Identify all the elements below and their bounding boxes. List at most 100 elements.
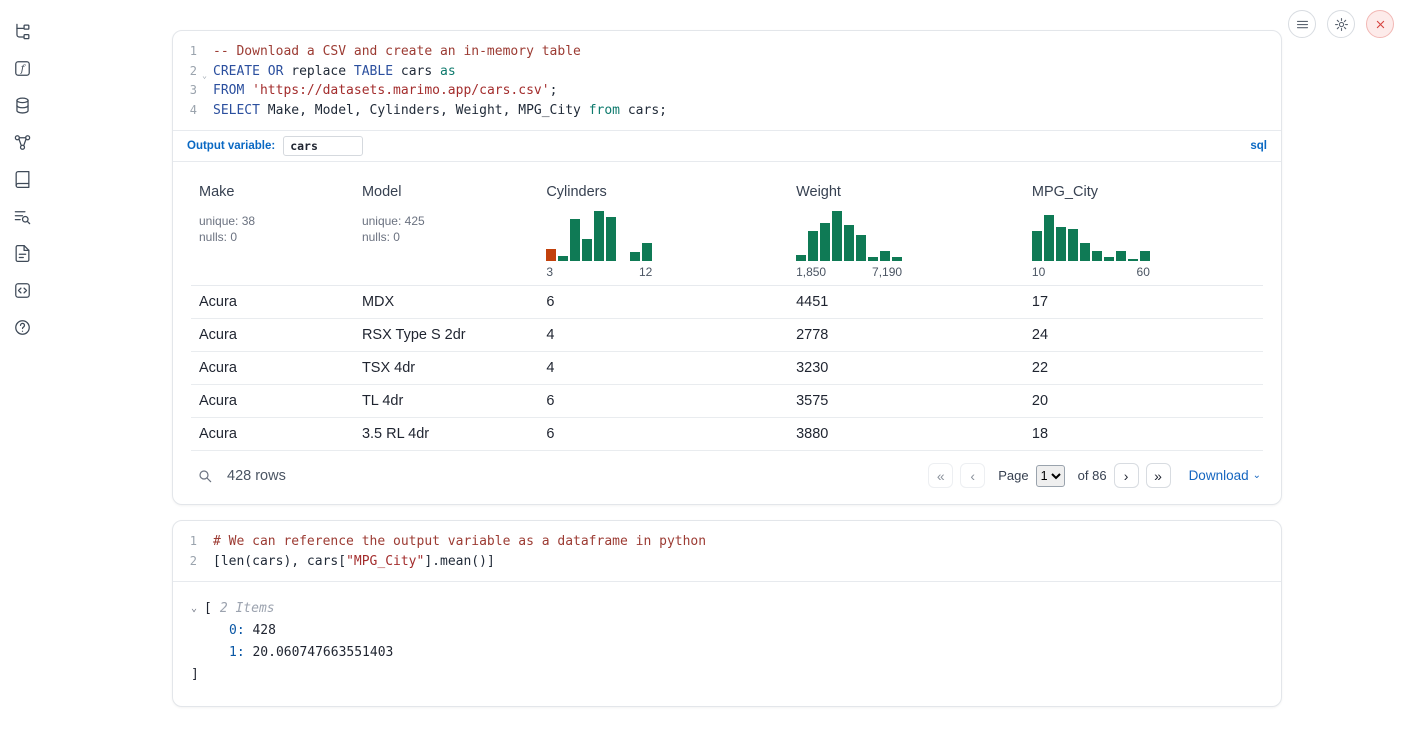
functions-icon[interactable]: f: [11, 57, 33, 79]
histogram-bar[interactable]: [880, 251, 890, 261]
next-page-button[interactable]: ›: [1114, 463, 1139, 488]
column-header-cylinders[interactable]: Cylinders 3 12: [538, 176, 788, 286]
page-select[interactable]: 1: [1036, 465, 1065, 487]
code-line: 4SELECT Make, Model, Cylinders, Weight, …: [173, 101, 1281, 121]
dependency-graph-icon[interactable]: [11, 131, 33, 153]
histogram-bar[interactable]: [844, 225, 854, 261]
top-toolbar: [1288, 10, 1394, 38]
histogram-bar[interactable]: [1092, 251, 1102, 261]
menu-button[interactable]: [1288, 10, 1316, 38]
table-cell: 2778: [788, 319, 1024, 352]
svg-text:f: f: [19, 63, 26, 75]
list-item: 1: 20.060747663551403: [191, 642, 1263, 664]
download-button[interactable]: Download ⌄: [1189, 468, 1261, 483]
sql-code-editor[interactable]: 1-- Download a CSV and create an in-memo…: [173, 31, 1281, 130]
histogram-bar[interactable]: [1140, 251, 1150, 261]
histogram-bar[interactable]: [820, 223, 830, 261]
histogram-bar[interactable]: [630, 252, 640, 261]
table-cell: Acura: [191, 385, 354, 418]
chevron-down-icon: ⌄: [1253, 470, 1261, 481]
column-header-model[interactable]: Model unique: 425 nulls: 0: [354, 176, 538, 286]
code-line: 1# We can reference the output variable …: [173, 532, 1281, 552]
histogram-bar[interactable]: [1116, 251, 1126, 261]
column-title: Cylinders: [546, 184, 780, 200]
table-cell: TL 4dr: [354, 385, 538, 418]
collapse-icon[interactable]: ⌄: [191, 598, 204, 620]
histogram-bar[interactable]: [642, 243, 652, 261]
data-table: Make unique: 38 nulls: 0 Model unique: 4…: [191, 176, 1263, 451]
histogram-bar[interactable]: [892, 257, 902, 261]
table-cell: Acura: [191, 418, 354, 451]
column-header-mpg-city[interactable]: MPG_City 10 60: [1024, 176, 1263, 286]
histogram-bar[interactable]: [1104, 257, 1114, 261]
histogram-bar[interactable]: [1032, 231, 1042, 261]
datasources-icon[interactable]: [11, 94, 33, 116]
table-row[interactable]: Acura3.5 RL 4dr6388018: [191, 418, 1263, 451]
sql-cell-footer: Output variable: sql: [173, 130, 1281, 161]
histogram-bar[interactable]: [796, 255, 806, 261]
file-explorer-icon[interactable]: [11, 20, 33, 42]
line-number: 3: [173, 81, 203, 101]
table-row[interactable]: AcuraRSX Type S 2dr4277824: [191, 319, 1263, 352]
prev-page-button[interactable]: ‹: [960, 463, 985, 488]
last-page-button[interactable]: »: [1146, 463, 1171, 488]
line-number: 4: [173, 101, 203, 121]
histogram-bar[interactable]: [1056, 227, 1066, 261]
table-cell: 22: [1024, 352, 1263, 385]
table-row[interactable]: AcuraMDX6445117: [191, 286, 1263, 319]
histogram-bar[interactable]: [1068, 229, 1078, 261]
histogram-bar[interactable]: [1080, 243, 1090, 261]
column-stats: unique: 425 nulls: 0: [362, 213, 530, 245]
column-header-make[interactable]: Make unique: 38 nulls: 0: [191, 176, 354, 286]
column-stats: unique: 38 nulls: 0: [199, 213, 346, 245]
notebook: 1-- Download a CSV and create an in-memo…: [172, 30, 1282, 707]
code-line: 3FROM 'https://datasets.marimo.app/cars.…: [173, 81, 1281, 101]
histogram-bar[interactable]: [546, 249, 556, 261]
table-cell: 4: [538, 319, 788, 352]
table-cell: 3230: [788, 352, 1024, 385]
table-cell: 4: [538, 352, 788, 385]
table-cell: 4451: [788, 286, 1024, 319]
shutdown-button[interactable]: [1366, 10, 1394, 38]
histogram-axis: 3 12: [546, 265, 652, 279]
snippets-icon[interactable]: [11, 242, 33, 264]
first-page-button[interactable]: «: [928, 463, 953, 488]
histogram-bar[interactable]: [808, 231, 818, 261]
histogram-bar[interactable]: [606, 217, 616, 261]
column-title: Model: [362, 184, 530, 200]
histogram: 1,850 7,190: [796, 209, 902, 279]
search-button[interactable]: [193, 468, 217, 484]
table-cell: 3.5 RL 4dr: [354, 418, 538, 451]
histogram-bar[interactable]: [582, 239, 592, 261]
table-cell: 6: [538, 418, 788, 451]
help-icon[interactable]: [11, 316, 33, 338]
logs-icon[interactable]: [11, 279, 33, 301]
table-cell: 18: [1024, 418, 1263, 451]
language-tag[interactable]: sql: [1250, 140, 1267, 152]
table-row[interactable]: AcuraTSX 4dr4323022: [191, 352, 1263, 385]
histogram-axis: 1,850 7,190: [796, 265, 902, 279]
output-variable-input[interactable]: [283, 136, 363, 156]
table-row[interactable]: AcuraTL 4dr6357520: [191, 385, 1263, 418]
close-icon: [1373, 17, 1388, 32]
histogram-bar[interactable]: [558, 256, 568, 261]
sql-cell: 1-- Download a CSV and create an in-memo…: [172, 30, 1282, 505]
histogram-bar[interactable]: [1128, 259, 1138, 261]
python-code-editor[interactable]: 1# We can reference the output variable …: [173, 521, 1281, 581]
documentation-icon[interactable]: [11, 168, 33, 190]
table-of-contents-icon[interactable]: [11, 205, 33, 227]
histogram-bar[interactable]: [570, 219, 580, 261]
line-number: 2⌄: [173, 62, 203, 82]
settings-button[interactable]: [1327, 10, 1355, 38]
histogram-bar[interactable]: [856, 235, 866, 261]
histogram-bar[interactable]: [594, 211, 604, 261]
column-title: Make: [199, 184, 346, 200]
table-cell: 3575: [788, 385, 1024, 418]
sidebar: f: [0, 0, 44, 729]
table-cell: 24: [1024, 319, 1263, 352]
histogram-bar[interactable]: [832, 211, 842, 261]
column-header-weight[interactable]: Weight 1,850 7,190: [788, 176, 1024, 286]
histogram-bar[interactable]: [868, 257, 878, 261]
histogram-bar[interactable]: [1044, 215, 1054, 261]
table-cell: Acura: [191, 352, 354, 385]
